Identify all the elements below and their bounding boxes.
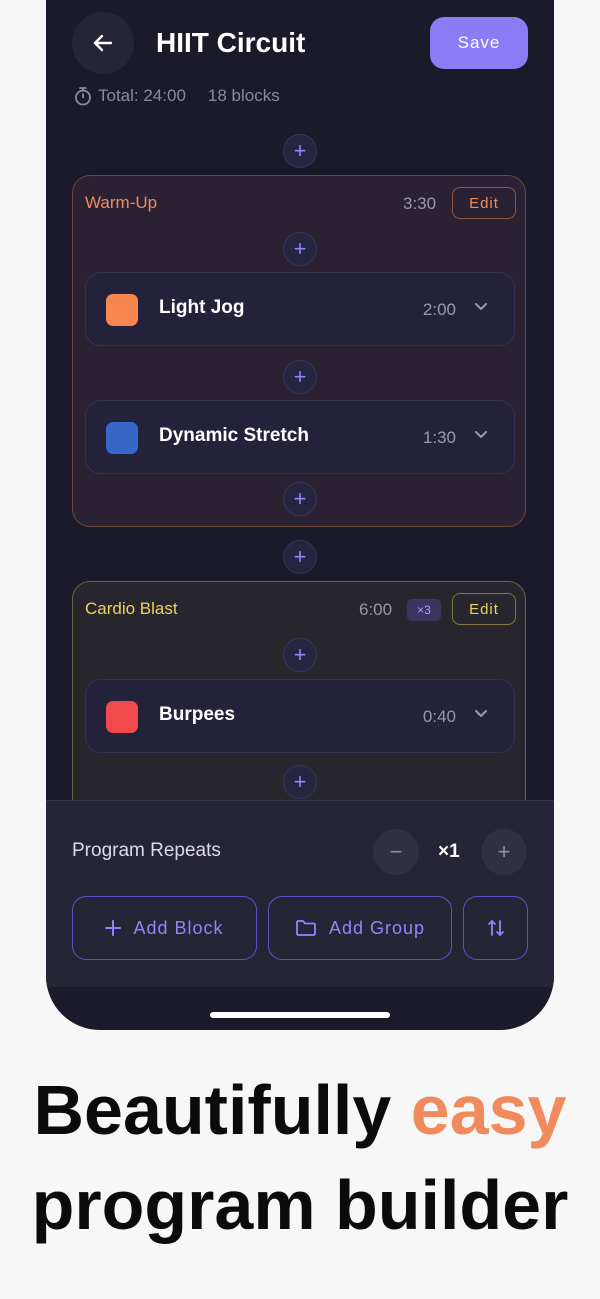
group-warm-up: Warm-Up 3:30 Edit + Light Jog 2:00 + Dyn…	[72, 175, 526, 527]
block-name: Light Jog	[159, 297, 245, 318]
plus-icon: +	[293, 236, 307, 261]
block-name: Burpees	[159, 704, 236, 725]
total-time: Total: 24:00	[98, 86, 186, 105]
chevron-down-icon[interactable]	[474, 709, 488, 719]
group-name: Warm-Up	[85, 193, 158, 212]
insert-block-button[interactable]: +	[283, 638, 317, 672]
arrow-left-icon	[93, 34, 113, 52]
decrement-repeats-button[interactable]: −	[373, 829, 419, 875]
plus-icon	[105, 920, 122, 936]
group-duration: 6:00	[359, 600, 393, 619]
block-name: Dynamic Stretch	[159, 425, 309, 446]
home-indicator	[210, 1012, 390, 1018]
increment-repeats-button[interactable]: +	[481, 829, 527, 875]
chevron-down-icon[interactable]	[474, 430, 488, 440]
bottom-panel: Program Repeats − ×1 + Add Block Add Gro…	[46, 800, 554, 987]
sort-arrows-icon	[487, 920, 504, 936]
phone-screen: HIIT Circuit Save Total: 24:00 18 blocks…	[46, 0, 554, 1030]
group-duration: 3:30	[403, 194, 437, 213]
insert-block-button[interactable]: +	[283, 360, 317, 394]
block-duration: 2:00	[422, 300, 456, 319]
program-summary: Total: 24:00 18 blocks	[74, 86, 280, 106]
add-block-label: Add Block	[133, 917, 224, 938]
edit-group-button[interactable]: Edit	[452, 593, 516, 625]
block-burpees[interactable]: Burpees 0:40	[85, 679, 515, 753]
plus-icon: +	[497, 839, 511, 864]
repeat-count: ×1	[438, 841, 460, 862]
headline-accent-text: easy	[410, 1071, 567, 1149]
minus-icon: −	[389, 839, 403, 864]
page-title: HIIT Circuit	[156, 27, 306, 58]
plus-icon: +	[293, 138, 307, 163]
block-duration: 1:30	[422, 428, 456, 447]
plus-icon: +	[293, 364, 307, 389]
save-button[interactable]: Save	[430, 17, 528, 69]
plus-icon: +	[293, 486, 307, 511]
edit-group-button[interactable]: Edit	[452, 187, 516, 219]
insert-block-button[interactable]: +	[283, 482, 317, 516]
insert-block-button[interactable]: +	[283, 232, 317, 266]
marketing-headline-line2: program builder	[31, 1166, 569, 1244]
folder-icon	[296, 920, 316, 936]
color-swatch	[106, 701, 138, 733]
plus-icon: +	[293, 544, 307, 569]
program-repeats-label: Program Repeats	[72, 840, 221, 861]
stopwatch-icon	[75, 87, 91, 106]
color-swatch	[106, 422, 138, 454]
insert-group-button[interactable]: +	[283, 540, 317, 574]
add-group-label: Add Group	[328, 917, 426, 938]
repeat-badge: ×3	[407, 599, 441, 621]
plus-icon: +	[293, 642, 307, 667]
block-duration: 0:40	[422, 707, 456, 726]
add-group-button[interactable]: Add Group	[268, 896, 452, 960]
plus-icon: +	[293, 769, 307, 794]
reorder-button[interactable]	[463, 896, 528, 960]
block-count: 18 blocks	[207, 86, 280, 105]
block-light-jog[interactable]: Light Jog 2:00	[85, 272, 515, 346]
chevron-down-icon[interactable]	[474, 302, 488, 312]
color-swatch	[106, 294, 138, 326]
insert-block-button[interactable]: +	[283, 765, 317, 799]
insert-block-button[interactable]: +	[283, 134, 317, 168]
group-name: Cardio Blast	[85, 599, 178, 618]
block-dynamic-stretch[interactable]: Dynamic Stretch 1:30	[85, 400, 515, 474]
back-button[interactable]	[72, 12, 134, 74]
headline-text: Beautifully	[33, 1071, 392, 1149]
marketing-headline-line1: Beautifully easy	[0, 1065, 600, 1155]
add-block-button[interactable]: Add Block	[72, 896, 257, 960]
